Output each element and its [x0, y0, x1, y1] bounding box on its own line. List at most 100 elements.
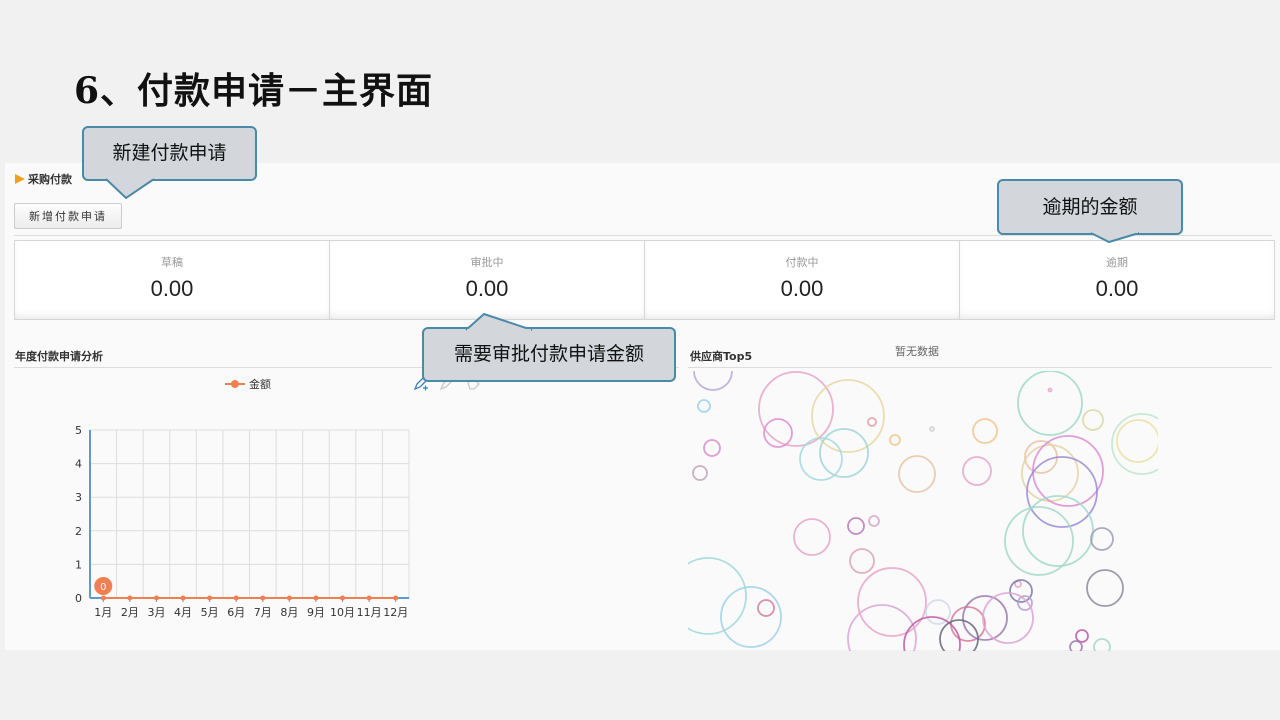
decorative-bubble — [1082, 409, 1104, 431]
decorative-bubble — [898, 455, 936, 493]
decorative-bubble — [758, 371, 834, 447]
stat-draft[interactable]: 草稿 0.00 — [14, 240, 330, 320]
arrow-right-icon — [15, 174, 25, 184]
stat-approving[interactable]: 审批中 0.00 — [329, 240, 645, 320]
decorative-bubble — [847, 517, 865, 535]
new-payment-request-button[interactable]: 新增付款申请 — [14, 203, 122, 229]
y-tick-label: 2 — [75, 525, 82, 538]
annual-line-chart: 金额 0 1 2 3 4 5 1月 2月 3月 4月 5月 6月 7月 8月 9月 10月 11月 12月 0 — [75, 377, 410, 619]
decorative-bubble — [857, 567, 927, 637]
data-point — [207, 595, 213, 601]
decorative-bubble — [849, 548, 875, 574]
decorative-bubble — [693, 371, 733, 391]
x-tick-label: 10月 — [330, 606, 355, 619]
module-title: 采购付款 — [15, 171, 72, 187]
stat-label: 草稿 — [161, 256, 183, 269]
divider — [14, 235, 1272, 236]
x-tick-label: 8月 — [280, 606, 298, 619]
x-tick-label: 3月 — [147, 606, 165, 619]
decorative-bubble — [757, 599, 775, 617]
legend-marker — [231, 380, 239, 388]
supplier-bubble-placeholder — [688, 371, 1158, 651]
module-title-label: 采购付款 — [28, 173, 72, 186]
divider — [688, 367, 1272, 368]
stat-label: 审批中 — [470, 256, 504, 269]
decorative-bubble — [847, 604, 917, 651]
data-point — [260, 595, 266, 601]
decorative-bubble — [1069, 640, 1083, 651]
data-point — [127, 595, 133, 601]
x-tick-label: 1月 — [94, 606, 112, 619]
decorative-bubble — [889, 434, 901, 446]
callout-text: 需要审批付款申请金额 — [453, 343, 644, 365]
stat-value: 0.00 — [780, 276, 824, 301]
callout-approval: 需要审批付款申请金额 — [422, 312, 676, 382]
decorative-bubble — [692, 465, 708, 481]
decorative-bubble — [868, 515, 880, 527]
stat-paying[interactable]: 付款中 0.00 — [644, 240, 960, 320]
decorative-bubble — [1021, 444, 1079, 502]
y-tick-label: 0 — [75, 592, 82, 605]
stat-label: 付款中 — [785, 256, 819, 269]
callout-tail — [105, 176, 155, 200]
legend-label: 金额 — [249, 377, 271, 391]
y-tick-label: 1 — [75, 558, 82, 571]
supplier-top5-title: 供应商Top5 — [690, 350, 753, 363]
data-point — [180, 595, 186, 601]
callout-text: 逾期的金额 — [1042, 196, 1138, 218]
annual-analysis-title: 年度付款申请分析 — [15, 350, 103, 363]
data-point — [313, 595, 319, 601]
x-tick-label: 12月 — [383, 606, 408, 619]
callout-new-request: 新建付款申请 — [82, 126, 257, 200]
x-tick-label: 4月 — [174, 606, 192, 619]
y-tick-label: 3 — [75, 491, 82, 504]
decorative-bubble — [972, 418, 998, 444]
decorative-bubble — [1116, 419, 1158, 463]
decorative-bubble — [1017, 371, 1083, 436]
annual-chart: 金额 0 1 2 3 4 5 1月 2月 3月 4月 5月 6月 7月 8月 9月 10月 11月 12月 0 — [5, 368, 685, 643]
data-label: 0 — [100, 582, 106, 593]
data-point — [286, 595, 292, 601]
decorative-bubble — [962, 595, 1008, 641]
no-data-text: 暂无数据 — [895, 345, 939, 358]
decorative-bubble — [703, 439, 721, 457]
x-tick-label: 5月 — [201, 606, 219, 619]
decorative-bubble — [793, 518, 831, 556]
slide-title: 6、付款申请－主界面 — [74, 70, 434, 112]
data-point — [340, 595, 346, 601]
decorative-bubble — [697, 399, 711, 413]
stat-label: 逾期 — [1106, 256, 1128, 269]
x-tick-label: 2月 — [121, 606, 139, 619]
decorative-bubble — [1086, 569, 1124, 607]
decorative-bubble — [819, 428, 869, 478]
decorative-bubble — [1090, 527, 1114, 551]
callout-tail — [465, 312, 533, 333]
decorative-bubble — [962, 456, 992, 486]
x-tick-label: 7月 — [254, 606, 272, 619]
data-point — [100, 595, 106, 601]
stats-row: 草稿 0.00 审批中 0.00 付款中 0.00 逾期 0.00 — [14, 240, 1275, 320]
data-point — [393, 595, 399, 601]
decorative-bubble — [950, 606, 986, 642]
decorative-bubble — [929, 426, 935, 432]
decorative-bubble — [1047, 387, 1053, 393]
stat-value: 0.00 — [1095, 276, 1139, 301]
data-point — [153, 595, 159, 601]
decorative-bubble — [1093, 638, 1111, 651]
decorative-bubble — [688, 557, 747, 635]
decorative-bubble — [982, 592, 1034, 644]
decorative-bubble — [867, 417, 877, 427]
data-point — [366, 595, 372, 601]
y-tick-label: 5 — [75, 424, 82, 437]
y-tick-label: 4 — [75, 458, 82, 471]
stat-overdue[interactable]: 逾期 0.00 — [959, 240, 1275, 320]
callout-text: 新建付款申请 — [112, 142, 227, 164]
decorative-bubble — [720, 586, 782, 648]
callout-overdue: 逾期的金额 — [997, 179, 1183, 244]
data-point — [233, 595, 239, 601]
decorative-bubble — [1075, 629, 1089, 643]
x-tick-label: 11月 — [357, 606, 382, 619]
x-tick-label: 9月 — [307, 606, 325, 619]
decorative-bubble — [1022, 495, 1094, 567]
decorative-bubble — [1111, 413, 1158, 475]
